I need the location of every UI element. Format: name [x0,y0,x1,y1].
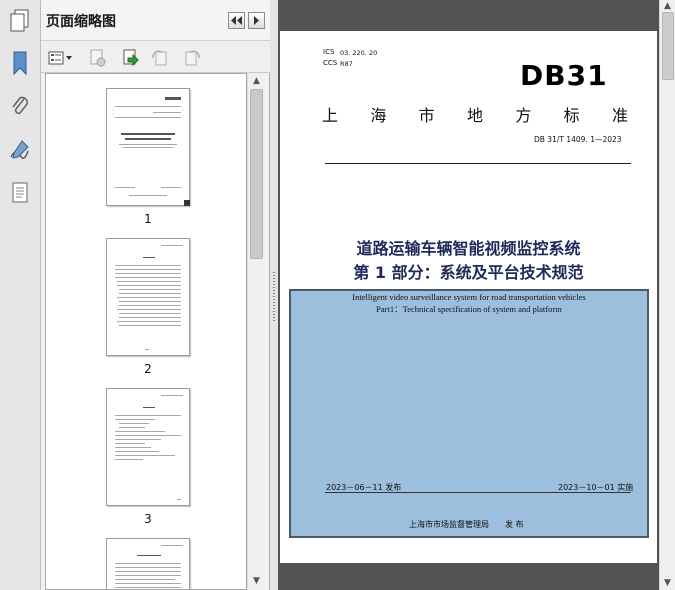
document-view[interactable]: ICS 03. 220. 20 CCS R87 DB31 上 海 市 地 方 标… [278,0,659,590]
thumbnail-toolbar [41,41,270,73]
insert-page-icon [123,49,139,67]
document-page: ICS 03. 220. 20 CCS R87 DB31 上 海 市 地 方 标… [280,31,657,563]
date-divider [325,492,631,493]
ics-value: 03. 220. 20 [340,49,378,57]
rotate-left-button[interactable] [149,47,171,69]
document-properties-icon[interactable] [4,176,36,210]
db-logo: DB31 [520,59,608,92]
pages-icon[interactable] [4,4,36,38]
scroll-up-arrow-icon[interactable]: ▲ [251,75,262,87]
scroll-down-arrow-icon[interactable]: ▼ [251,575,262,587]
ccs-label: CCS [323,59,338,67]
signature-icon[interactable] [4,133,36,167]
rotate-right-button[interactable] [181,47,203,69]
page-thumbnail-3[interactable] [106,388,190,506]
thumbnail-page-number: 3 [144,512,152,526]
document-scrollbar[interactable]: ▲ ▼ [659,0,675,590]
thumbnail-page-number: 2 [144,362,152,376]
page-thumbnail-1[interactable] [106,88,190,206]
standard-number: DB 31/T 1409. 1—2023 [534,135,622,144]
page-thumbnail-4[interactable] [106,538,190,589]
rotate-right-icon [185,50,200,66]
header-divider [325,163,631,164]
delete-page-button[interactable] [87,47,109,69]
page-thumbnail-2[interactable] [106,238,190,356]
panel-splitter[interactable] [270,0,278,590]
attachment-icon[interactable] [4,90,36,124]
thumbnail-page-number: 1 [144,212,152,226]
delete-page-icon [90,49,106,67]
bookmark-icon[interactable] [4,46,36,80]
title-chinese-line2: 第 1 部分：系统及平台技术规范 [353,263,584,282]
panel-title: 页面缩略图 [46,14,116,30]
title-chinese-line1: 道路运输车辆智能视频监控系统 [356,239,581,258]
thumbnail-scrollbar[interactable]: ▲ ▼ [247,73,265,590]
panel-header: 页面缩略图 [41,0,270,41]
chevron-right-icon [254,16,259,25]
thumbnails-panel: 页面缩略图 1 2 3 ▲ ▼ [41,0,270,590]
standard-type: 上 海 市 地 方 标 准 [322,106,628,125]
ccs-value: R87 [340,60,353,68]
publisher: 上海市市场监督管理局 发 布 [409,520,524,529]
thumbnail-options-button[interactable] [47,47,75,69]
navigation-pane-bar [0,0,41,590]
ics-label: ICS [323,48,335,56]
list-options-icon [48,51,72,65]
scrollbar-thumb[interactable] [250,89,263,259]
panel-options-button[interactable] [248,12,265,29]
double-chevron-left-icon [231,16,242,25]
insert-page-button[interactable] [119,47,141,69]
thumbnail-list[interactable]: 1 2 3 [45,73,247,590]
title-english-line1: Intelligent video surveillance system fo… [352,292,586,302]
highlighted-area: Intelligent video surveillance system fo… [289,289,649,538]
rotate-left-icon [152,50,167,66]
scroll-down-arrow-icon[interactable]: ▼ [662,577,673,589]
scroll-up-arrow-icon[interactable]: ▲ [662,0,673,12]
collapse-panel-button[interactable] [228,12,245,29]
title-english-line2: Part1：Technical specification of system … [376,304,562,314]
scrollbar-thumb[interactable] [662,12,674,80]
